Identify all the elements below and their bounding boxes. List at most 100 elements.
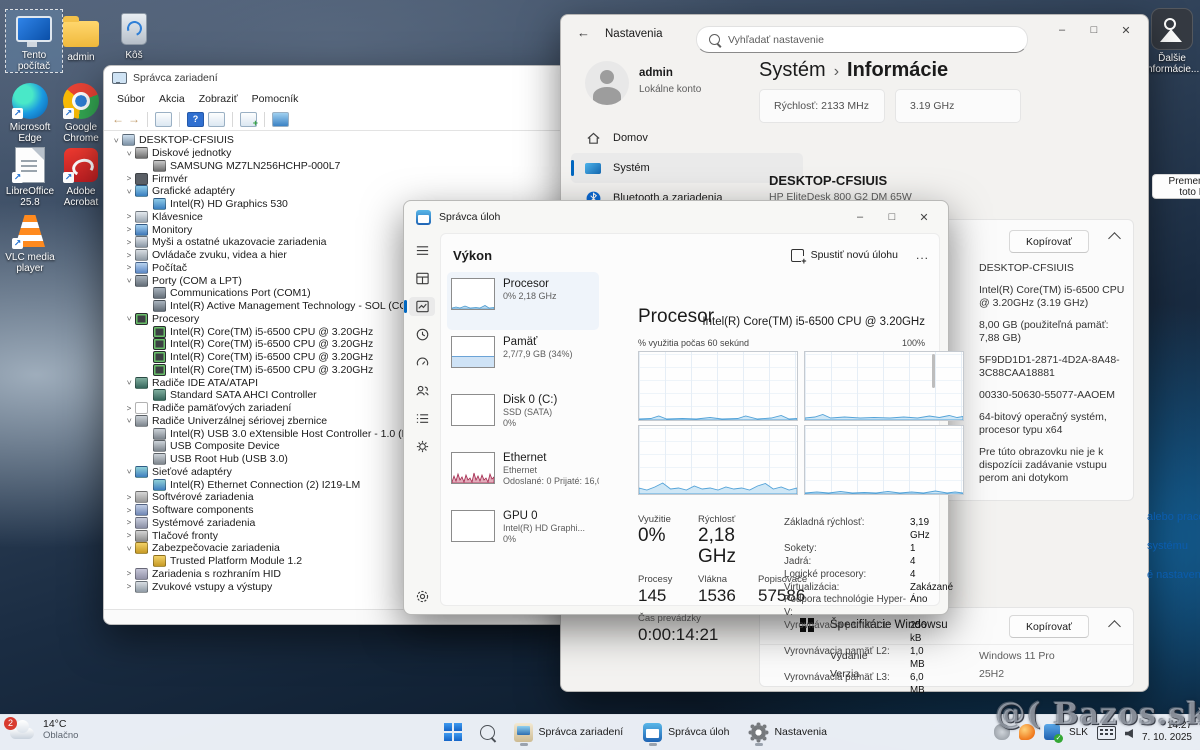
taskbar-app-label: Správca zariadení [539,726,624,738]
close-button[interactable]: ✕ [908,206,940,228]
breadcrumb-parent[interactable]: Systém [759,59,826,81]
settings-link[interactable]: é nastavenia systému [1147,569,1200,581]
device-tree-label: Softvérové zariadenia [152,491,254,503]
tree-chevron-icon[interactable]: > [123,506,135,515]
desktop-icon[interactable]: ↗ Microsoft Edge [2,82,58,144]
metric-value: 2,7/7,9 GB (34%) [503,349,573,360]
minimize-button[interactable]: – [844,206,876,228]
search-icon [480,725,495,740]
tree-chevron-icon[interactable]: > [125,466,134,478]
scrollbar-thumb[interactable] [932,354,935,388]
scan-hardware-icon[interactable] [240,112,257,127]
processes-icon[interactable] [409,269,435,288]
help-icon[interactable]: ? [187,112,204,127]
device-tree-item[interactable]: > Firmvér [106,172,566,185]
metric-card[interactable]: GPU 0 Intel(R) HD Graphi... 0% [447,504,599,562]
taskbar-app-button[interactable]: Správca zariadení [506,718,632,746]
desktop-icon[interactable]: ↗ Tento počítač [6,10,62,72]
remote-computer-icon[interactable] [272,112,289,127]
cpu-stats-right: Základná rýchlosť: 3,19 GHz Sokety: 1 Ja… [784,517,927,698]
task-manager-titlebar[interactable]: Správca úloh – □ ✕ [404,201,948,233]
desktop-icon[interactable]: ↗ admin [58,12,104,63]
tree-chevron-icon[interactable]: > [123,263,135,272]
settings-link[interactable]: systému [1147,540,1200,552]
rename-pc-button[interactable]: Premenovať toto PC [1152,174,1200,199]
tree-chevron-icon[interactable]: > [123,238,135,247]
back-button[interactable]: ← [577,25,590,40]
copy-button[interactable]: Kopírovať [1009,615,1089,638]
tree-chevron-icon[interactable]: > [123,569,135,578]
tree-chevron-icon[interactable]: > [123,404,135,413]
settings-gear-icon[interactable] [409,587,435,606]
device-type-icon [135,236,148,248]
device-type-icon [135,185,148,197]
menu-item[interactable]: Akcia [152,92,192,106]
chart-max-label: 100% [902,338,925,348]
window-controls: – □ ✕ [844,206,940,228]
performance-icon[interactable] [409,297,435,316]
menu-item[interactable]: Zobraziť [192,92,245,106]
forward-arrow-icon[interactable]: → [128,112,140,126]
search-button[interactable] [473,718,502,746]
app-history-icon[interactable] [409,325,435,344]
device-tree-item[interactable]: > SAMSUNG MZ7LN256HCHP-000L7 [106,160,566,173]
settings-link[interactable]: alebo pracovná skupina [1147,511,1200,523]
taskbar-app-label: Nastavenia [774,726,827,738]
tree-chevron-icon[interactable]: > [112,134,121,146]
collapse-chevron-icon[interactable] [1108,232,1121,245]
tree-chevron-icon[interactable]: > [123,518,135,527]
menu-item[interactable]: Súbor [110,92,152,106]
desktop-icon[interactable]: ↗ Google Chrome [56,82,106,144]
tree-chevron-icon[interactable]: > [123,212,135,221]
start-button[interactable] [437,718,469,746]
spotlight-desktop-icon[interactable]: Ďalšie informácie... [1146,8,1198,75]
metric-card[interactable]: Disk 0 (C:) SSD (SATA) 0% [447,388,599,446]
users-icon[interactable] [409,381,435,400]
device-tree-item[interactable]: > Grafické adaptéry [106,185,566,198]
tree-chevron-icon[interactable]: > [123,174,135,183]
collapse-chevron-icon[interactable] [1108,620,1121,633]
more-options-button[interactable]: ... [916,248,929,262]
maximize-button[interactable]: □ [876,206,908,228]
device-type-icon [135,542,148,554]
tree-chevron-icon[interactable]: > [123,251,135,260]
desktop-icon[interactable]: ↗ LibreOffice 25.8 [2,146,58,208]
tree-chevron-icon[interactable]: > [123,582,135,591]
desktop-icon[interactable]: ↗ VLC media player [2,212,58,274]
metric-card[interactable]: Pamäť 2,7/7,9 GB (34%) [447,330,599,388]
device-tree-item[interactable]: > DESKTOP-CFSIUIS [106,134,566,147]
run-new-task-button[interactable]: Spustiť novú úlohu [791,249,898,262]
properties-icon[interactable] [208,112,225,127]
device-manager-titlebar[interactable]: Správca zariadení [104,66,566,90]
taskbar-app-button[interactable]: Správca úloh [635,718,737,746]
taskbar-app-button[interactable]: Nastavenia [741,718,835,746]
tree-chevron-icon[interactable]: > [125,415,134,427]
desktop-icon[interactable]: ↗ Kôš [110,10,158,61]
notification-badge: 2 [4,717,17,730]
details-icon[interactable] [409,409,435,428]
menu-icon[interactable] [409,241,435,260]
tree-chevron-icon[interactable]: > [123,493,135,502]
menu-item[interactable]: Pomocník [245,92,306,106]
tree-chevron-icon[interactable]: > [125,313,134,325]
tree-chevron-icon[interactable]: > [125,542,134,554]
services-icon[interactable] [409,437,435,456]
tree-chevron-icon[interactable]: > [123,531,135,540]
cpu-stat: Čas prevádzky0:00:14:21 [638,613,718,645]
copy-button[interactable]: Kopírovať [1009,230,1089,253]
tree-chevron-icon[interactable]: > [125,275,134,287]
weather-widget[interactable]: 2 14°C Oblačno [8,718,78,741]
metric-card[interactable]: Ethernet Ethernet Odoslané: 0 Prijaté: 1… [447,446,599,504]
tree-chevron-icon[interactable]: > [125,147,134,159]
back-arrow-icon[interactable]: ← [112,112,124,126]
metric-card[interactable]: Procesor 0% 2,18 GHz [447,272,599,330]
tree-chevron-icon[interactable]: > [125,377,134,389]
tree-chevron-icon[interactable]: > [125,185,134,197]
device-tree-item[interactable]: > Diskové jednotky [106,147,566,160]
startup-apps-icon[interactable] [409,353,435,372]
metric-sparkline [451,278,495,310]
console-tree-icon[interactable] [155,112,172,127]
metric-texts: Pamäť 2,7/7,9 GB (34%) [503,336,573,382]
tree-chevron-icon[interactable]: > [123,225,135,234]
desktop-icon[interactable]: ↗ Adobe Acrobat [56,146,106,208]
